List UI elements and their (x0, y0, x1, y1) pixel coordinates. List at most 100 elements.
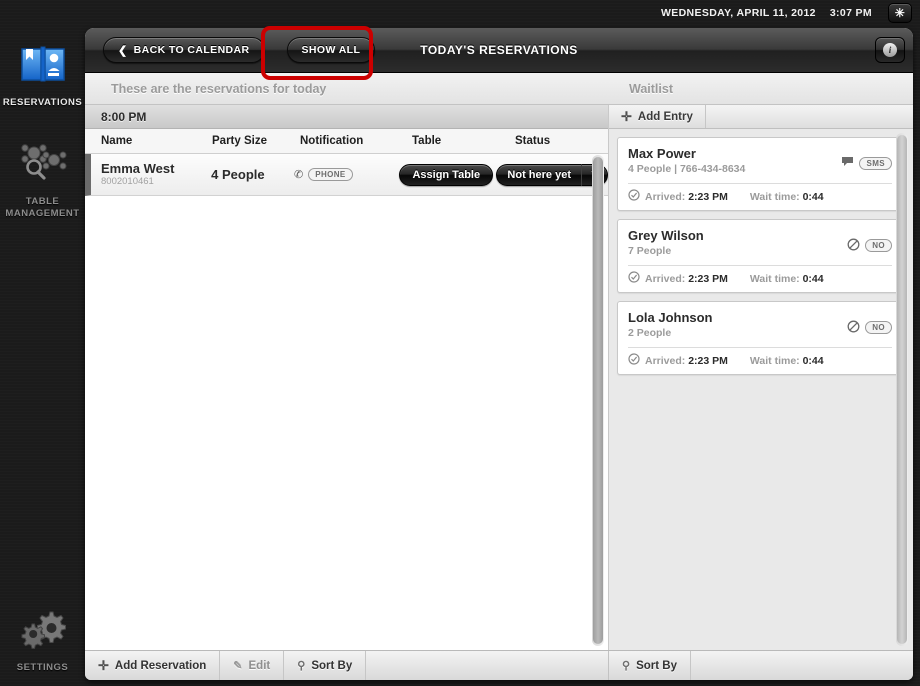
main-window: ❮ BACK TO CALENDAR SHOW ALL TODAY'S RESE… (85, 28, 913, 680)
info-button[interactable]: i (875, 37, 905, 63)
column-header-status: Status (515, 135, 551, 147)
show-all-button[interactable]: SHOW ALL (286, 37, 376, 63)
wait-time-value: 0:44 (802, 354, 824, 367)
check-circle-icon (628, 189, 640, 204)
add-entry-button[interactable]: ✛ Add Entry (609, 105, 706, 128)
sidebar-label-line2: MANAGEMENT (5, 208, 80, 219)
arrived-label: Arrived: (645, 354, 686, 367)
reservations-scrollbar[interactable] (592, 155, 604, 646)
plus-icon: ✛ (98, 657, 109, 673)
waitlist-guest-meta: 4 People | 766-434-8634 (628, 163, 746, 175)
arrived-label: Arrived: (645, 190, 686, 203)
table-row[interactable]: Emma West 8002010461 4 People ✆ PHONE As… (85, 154, 608, 196)
waitlist-scrollbar[interactable] (896, 133, 908, 646)
list-item[interactable]: Max Power 4 People | 766-434-8634 SMS Ar… (617, 137, 903, 211)
check-circle-icon (628, 271, 640, 286)
assign-table-button[interactable]: Assign Table (399, 163, 494, 186)
add-reservation-button[interactable]: ✛ Add Reservation (85, 651, 221, 680)
close-icon: ✳ (894, 6, 906, 20)
sidebar-label-line1: TABLE (25, 196, 60, 207)
wait-time-label: Wait time: (749, 272, 800, 285)
waitlist-entry-times: Arrived: 2:23 PM Wait time: 0:44 (628, 189, 892, 204)
reservations-column-headers: Name Party Size Notification Table Statu… (85, 129, 608, 154)
arrived-time: 2:23 PM (688, 272, 728, 285)
edit-button[interactable]: ✎ Edit (220, 651, 285, 680)
sort-by-button[interactable]: ⚲ Sort By (284, 651, 367, 680)
waitlist-entry-info: Max Power 4 People | 766-434-8634 (628, 146, 841, 176)
waitlist-entry-header: Grey Wilson 7 People NO (628, 228, 892, 258)
assign-table-cell: Assign Table (399, 163, 496, 186)
gears-icon (0, 601, 85, 657)
guest-name: Emma West (101, 161, 175, 176)
sort-icon: ⚲ (622, 660, 631, 672)
waitlist-entry-flags: SMS (841, 146, 892, 170)
waitlist-guest-name: Max Power (628, 146, 696, 161)
no-notification-icon (847, 320, 860, 335)
waitlist-panel: ✛ Add Entry Max Power 4 People | 766-434… (609, 105, 913, 650)
no-notification-icon (847, 238, 860, 253)
plus-icon: ✛ (621, 108, 632, 124)
sidebar-item-label: TABLE MANAGEMENT (0, 196, 85, 220)
app-root: WEDNESDAY, APRIL 11, 2012 3:07 PM ✳ RESE… (0, 0, 920, 686)
waitlist-entry-header: Max Power 4 People | 766-434-8634 SMS (628, 146, 892, 176)
chevron-left-icon: ❮ (118, 44, 128, 57)
waitlist-entry-flags: NO (847, 228, 892, 253)
table-management-icon (0, 135, 85, 191)
waitlist-title: Waitlist (629, 81, 673, 96)
waitlist-flag-badge: NO (865, 239, 892, 252)
waitlist-toolbar: ✛ Add Entry (609, 105, 913, 129)
waitlist-flag-badge: NO (865, 321, 892, 334)
current-time: 3:07 PM (829, 7, 872, 19)
list-item[interactable]: Lola Johnson 2 People NO Arrived: 2:23 P… (617, 301, 903, 375)
waitlist-sort-by-button[interactable]: ⚲ Sort By (609, 651, 691, 680)
pencil-icon: ✎ (233, 660, 243, 672)
waitlist-flag-badge: SMS (859, 156, 892, 170)
edit-label: Edit (248, 659, 271, 672)
waitlist-bottom-toolbar: ⚲ Sort By (609, 651, 913, 680)
waitlist-guest-meta: 7 People (628, 245, 672, 257)
sidebar: RESERVATIONS TABLE MANAGEMENT SETTINGS (0, 26, 85, 686)
sidebar-item-label: SETTINGS (16, 662, 69, 673)
waitlist-entry-times: Arrived: 2:23 PM Wait time: 0:44 (628, 353, 892, 368)
waitlist-entry-header: Lola Johnson 2 People NO (628, 310, 892, 340)
column-header-notification: Notification (300, 135, 364, 147)
waitlist-guest-name: Grey Wilson (628, 228, 704, 243)
close-button[interactable]: ✳ (888, 3, 912, 23)
notification-badge: PHONE (308, 168, 353, 181)
sidebar-item-reservations[interactable]: RESERVATIONS (0, 36, 85, 109)
list-item[interactable]: Grey Wilson 7 People NO Arrived: 2:23 PM… (617, 219, 903, 293)
arrived-time: 2:23 PM (688, 354, 728, 367)
party-size-value: 4 People (211, 166, 265, 182)
reservation-guest: Emma West 8002010461 (91, 161, 211, 188)
column-header-table: Table (412, 135, 442, 147)
show-all-label: SHOW ALL (301, 44, 361, 56)
sidebar-item-settings[interactable]: SETTINGS (0, 601, 85, 674)
party-size-cell: 4 People (211, 166, 294, 184)
waitlist-guest-meta: 2 People (628, 327, 672, 339)
reservations-subtitle: These are the reservations for today (111, 81, 327, 96)
subtitle-bar: These are the reservations for today Wai… (85, 73, 913, 105)
arrived-label: Arrived: (645, 272, 686, 285)
back-to-calendar-label: BACK TO CALENDAR (133, 44, 250, 56)
scrollbar-thumb[interactable] (593, 157, 603, 644)
scrollbar-thumb[interactable] (897, 135, 907, 644)
divider (628, 183, 892, 184)
sort-icon: ⚲ (297, 660, 306, 672)
check-circle-icon (628, 353, 640, 368)
wait-time-label: Wait time: (749, 354, 800, 367)
back-to-calendar-button[interactable]: ❮ BACK TO CALENDAR (103, 37, 265, 63)
add-reservation-label: Add Reservation (114, 659, 207, 672)
status-button[interactable]: Not here yet (496, 163, 582, 186)
info-icon: i (883, 43, 897, 57)
speech-bubble-icon (841, 156, 854, 170)
reservations-toolbar: ✛ Add Reservation ✎ Edit ⚲ Sort By (85, 651, 609, 680)
column-header-party-size: Party Size (212, 135, 267, 147)
divider (628, 347, 892, 348)
phone-icon: ✆ (294, 169, 304, 181)
content-area: 8:00 PM Name Party Size Notification Tab… (85, 105, 913, 650)
bottom-toolbar: ✛ Add Reservation ✎ Edit ⚲ Sort By ⚲ Sor… (85, 650, 913, 680)
add-entry-label: Add Entry (637, 110, 693, 123)
current-date: WEDNESDAY, APRIL 11, 2012 (661, 7, 816, 19)
sidebar-item-table-management[interactable]: TABLE MANAGEMENT (0, 135, 85, 220)
wait-time-value: 0:44 (802, 190, 824, 203)
